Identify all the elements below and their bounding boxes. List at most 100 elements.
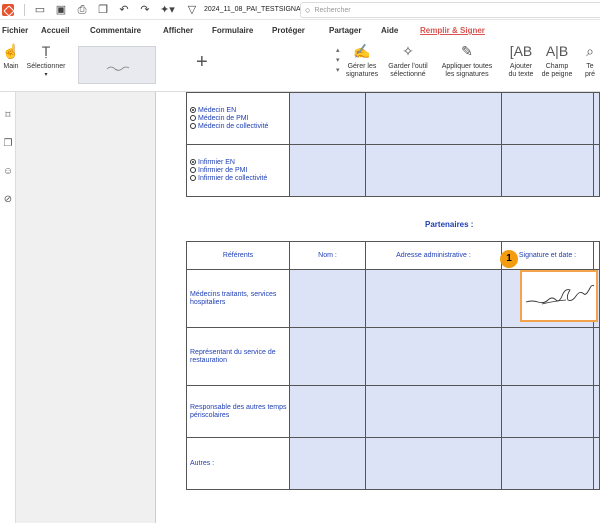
- radio-dot: [190, 174, 196, 181]
- radio-medecin-en[interactable]: Médecin EN: [190, 106, 289, 115]
- form-field[interactable]: [501, 144, 594, 197]
- header-nom: Nom :: [289, 241, 366, 270]
- form-field[interactable]: [593, 327, 600, 386]
- chevron-down-icon: ▾: [44, 72, 48, 78]
- ribbon-scroll[interactable]: ▴ ▾ ▾: [336, 46, 340, 76]
- form-field[interactable]: [501, 385, 594, 438]
- form-field[interactable]: [365, 269, 502, 328]
- radio-label: Médecin EN: [198, 106, 237, 114]
- comment-icon[interactable]: ☺: [2, 166, 14, 178]
- ribbon: ☝ Main Ṭ Sélectionner ▾ + ▴ ▾ ▾ ✍ Gérer le…: [0, 40, 600, 92]
- copy-icon[interactable]: ❐: [97, 4, 109, 16]
- placed-signature[interactable]: [520, 270, 598, 322]
- predefined-text-button[interactable]: ⌕ Te pré: [580, 44, 600, 79]
- radio-infirmier-collectivite[interactable]: Infirmier de collectivité: [190, 174, 289, 183]
- header-referents: Référents: [186, 241, 290, 270]
- select-tool-label: Sélectionner: [26, 63, 66, 70]
- manage-label-1: Gérer les: [347, 63, 377, 70]
- header-adresse: Adresse administrative :: [365, 241, 502, 270]
- menu-commentaire[interactable]: Commentaire: [90, 26, 141, 35]
- radio-label: Infirmier de PMI: [198, 166, 248, 174]
- file-chevron-icon[interactable]: ▽: [186, 4, 198, 16]
- menu-fichier[interactable]: Fichier: [2, 26, 28, 35]
- form-field[interactable]: [501, 92, 594, 145]
- radio-medecin-pmi[interactable]: Médecin de PMI: [190, 114, 289, 123]
- radio-label: Infirmier de collectivité: [198, 174, 268, 182]
- form-field[interactable]: [365, 437, 502, 490]
- menu-formulaire[interactable]: Formulaire: [212, 26, 253, 35]
- hand-icon: ☝: [2, 43, 20, 59]
- left-sidebar: ⌑ ❐ ☺ ⊘: [0, 92, 16, 523]
- radio-label: Médecin de collectivité: [198, 122, 269, 130]
- menu-proteger[interactable]: Protéger: [272, 26, 305, 35]
- menu-bar: Fichier Accueil Commentaire Afficher For…: [0, 26, 600, 40]
- form-field[interactable]: [289, 437, 366, 490]
- form-field[interactable]: [593, 385, 600, 438]
- signature-thumbnail[interactable]: [78, 46, 156, 84]
- menu-remplir-signer[interactable]: Remplir & Signer: [420, 26, 485, 35]
- comb-field-icon: A|B: [545, 43, 569, 59]
- select-text-icon: Ṭ: [41, 43, 51, 59]
- form-field[interactable]: [593, 437, 600, 490]
- radio-group-medecin: Médecin EN Médecin de PMI Médecin de col…: [186, 92, 290, 145]
- keep-tool-button[interactable]: ✧ Garder l'outil sélectionné: [383, 44, 433, 79]
- add-signature-button[interactable]: +: [196, 52, 208, 72]
- menu-afficher[interactable]: Afficher: [163, 26, 193, 35]
- add-text-button[interactable]: [AB Ajouter du texte: [504, 44, 538, 79]
- addtext-label-2: du texte: [508, 71, 534, 78]
- comb-field-button[interactable]: A|B Champ de peigne: [538, 44, 576, 79]
- radio-dot: [190, 114, 196, 121]
- handwritten-signature-icon: [525, 284, 595, 305]
- undo-icon[interactable]: ↶: [118, 4, 130, 16]
- radio-dot: [190, 158, 196, 165]
- step-badge: 1: [500, 250, 518, 268]
- form-field[interactable]: [365, 327, 502, 386]
- form-field[interactable]: [289, 385, 366, 438]
- redo-icon[interactable]: ↷: [139, 4, 151, 16]
- keep-label-2: sélectionné: [390, 71, 426, 78]
- form-field[interactable]: [365, 92, 502, 145]
- row-label: Autres :: [186, 437, 290, 490]
- form-field[interactable]: [593, 92, 600, 145]
- menu-accueil[interactable]: Accueil: [41, 26, 69, 35]
- form-field[interactable]: [289, 269, 366, 328]
- form-field[interactable]: [365, 385, 502, 438]
- radio-label: Médecin de PMI: [198, 114, 249, 122]
- row-label: Médecins traitants, services hospitalier…: [186, 269, 290, 328]
- bookmark-icon[interactable]: ⌑: [2, 110, 14, 122]
- form-field[interactable]: [593, 144, 600, 197]
- menu-partager[interactable]: Partager: [329, 26, 361, 35]
- tool-dropdown-icon[interactable]: ✦▾: [160, 4, 175, 16]
- apply-label-2: les signatures: [445, 71, 489, 78]
- menu-aide[interactable]: Aide: [381, 26, 398, 35]
- form-field[interactable]: [501, 327, 594, 386]
- new-file-icon[interactable]: ▭: [34, 4, 46, 16]
- manage-signatures-button[interactable]: ✍ Gérer les signatures: [345, 44, 379, 79]
- predefined-label-1: Te: [586, 63, 594, 70]
- form-field[interactable]: [289, 327, 366, 386]
- form-field[interactable]: [501, 437, 594, 490]
- pages-icon[interactable]: ❐: [2, 138, 14, 150]
- radio-dot: [190, 106, 196, 113]
- radio-infirmier-en[interactable]: Infirmier EN: [190, 158, 289, 167]
- form-field[interactable]: [289, 144, 366, 197]
- print-icon[interactable]: ⎙: [76, 4, 88, 16]
- radio-medecin-collectivite[interactable]: Médecin de collectivité: [190, 122, 289, 131]
- row-label: Représentant du service de restauration: [186, 327, 290, 386]
- search-input[interactable]: ○ Rechercher: [300, 2, 600, 18]
- comb-label-1: Champ: [545, 63, 569, 70]
- top-form-table: Médecin EN Médecin de PMI Médecin de col…: [186, 92, 600, 197]
- apply-all-signatures-button[interactable]: ✎ Appliquer toutes les signatures: [436, 44, 498, 79]
- attachment-icon[interactable]: ⊘: [2, 194, 14, 206]
- hand-tool-button[interactable]: ☝ Main: [0, 44, 22, 71]
- radio-infirmier-pmi[interactable]: Infirmier de PMI: [190, 166, 289, 175]
- select-tool-button[interactable]: Ṭ Sélectionner ▾: [22, 44, 70, 79]
- divider: [24, 3, 25, 16]
- predefined-text-icon: ⌕: [586, 44, 594, 59]
- save-icon[interactable]: ▣: [55, 4, 67, 16]
- pen-icon: ✎: [461, 43, 473, 59]
- row-label: Responsable des autres temps périscolair…: [186, 385, 290, 438]
- form-field[interactable]: [289, 92, 366, 145]
- form-field[interactable]: [365, 144, 502, 197]
- keep-label-1: Garder l'outil: [388, 63, 428, 70]
